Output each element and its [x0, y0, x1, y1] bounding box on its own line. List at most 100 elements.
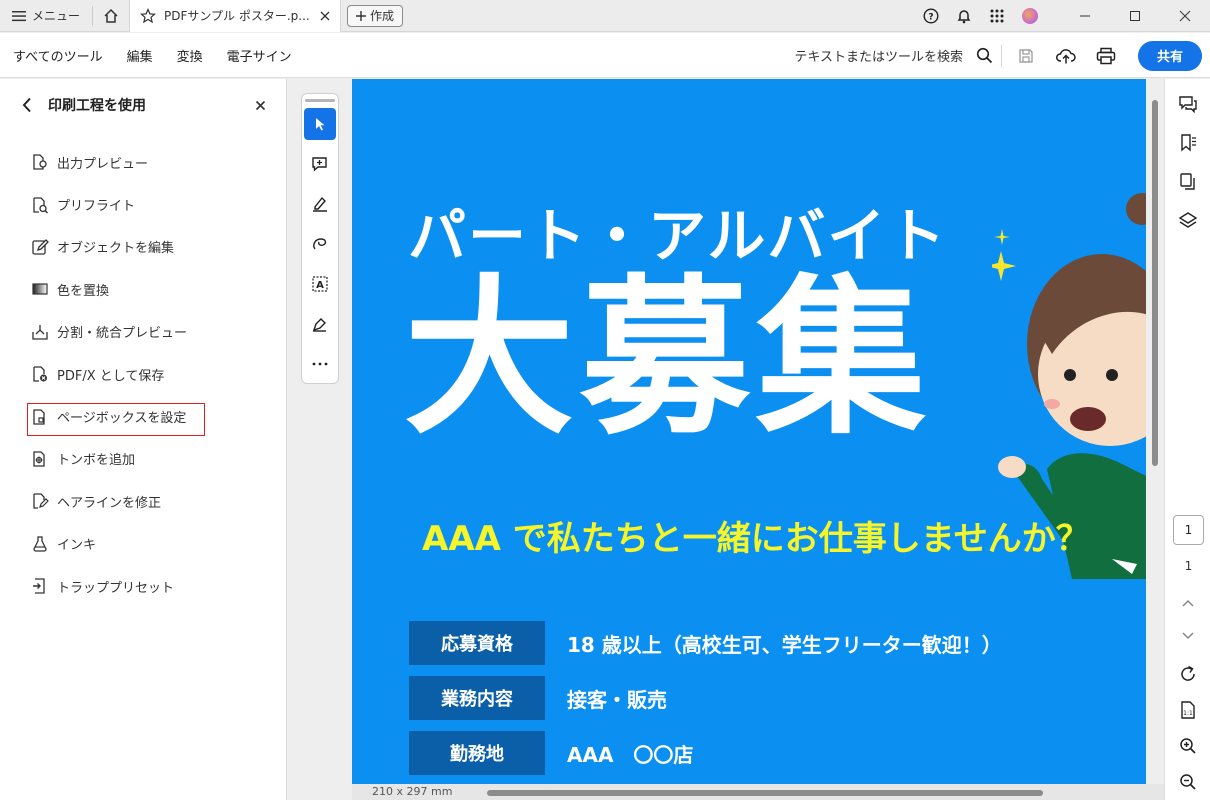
printer-icon: [1096, 47, 1116, 64]
apps-grid-icon: [990, 9, 1003, 23]
add-comment-tool[interactable]: [304, 148, 336, 180]
close-icon[interactable]: [255, 100, 266, 111]
poster-subheading: AAA で私たちと一緒にお仕事しませんか？: [422, 519, 1090, 559]
tool-output-preview[interactable]: 出力プレビュー: [0, 141, 286, 183]
menu-label: メニュー: [32, 9, 81, 23]
previous-page-button[interactable]: [1177, 592, 1199, 614]
tool-label: PDF/X として保存: [57, 368, 165, 384]
fit-page-button[interactable]: 1:1: [1177, 699, 1199, 721]
convert-menu[interactable]: 変換: [165, 33, 215, 78]
bookmarks-button[interactable]: [1177, 132, 1199, 154]
right-rail: 1 1 1:1: [1164, 79, 1210, 800]
tool-flattener-preview[interactable]: 分割・統合プレビュー: [0, 311, 286, 353]
info-row-requirements: 応募資格 18 歳以上（高校生可、学生フリーター歓迎！）: [409, 621, 1002, 665]
tool-preflight[interactable]: プリフライト: [0, 183, 286, 225]
close-window-button[interactable]: [1160, 0, 1210, 32]
apps-button[interactable]: [980, 0, 1013, 32]
info-value: 18 歳以上（高校生可、学生フリーター歓迎！）: [567, 632, 1002, 657]
maximize-button[interactable]: [1110, 0, 1160, 32]
pages-button[interactable]: [1177, 171, 1199, 193]
palette-grip[interactable]: [305, 99, 335, 102]
replace-color-icon: [32, 283, 48, 295]
document-page[interactable]: パート・アルバイト 大募集 AAA で私たちと一緒にお仕事しませんか？ 応募資格…: [352, 79, 1146, 784]
save-pdfx-icon: [33, 366, 47, 382]
home-button[interactable]: [93, 0, 129, 32]
tool-trap-presets[interactable]: トラッププリセット: [0, 565, 286, 607]
tool-label: トンボを追加: [57, 453, 136, 469]
pen-nib-icon: [312, 318, 326, 332]
maximize-icon: [1130, 11, 1140, 21]
tool-save-pdfx[interactable]: PDF/X として保存: [0, 353, 286, 395]
help-button[interactable]: ?: [914, 0, 947, 32]
print-button[interactable]: [1086, 33, 1126, 78]
back-arrow-icon[interactable]: [22, 97, 32, 113]
tool-ink[interactable]: インキ: [0, 523, 286, 565]
panel-title: 印刷工程を使用: [48, 98, 146, 114]
esign-menu[interactable]: 電子サイン: [215, 33, 304, 78]
title-bar: メニュー PDFサンプル ポスター.p... 作成 ?: [0, 0, 1210, 32]
sign-tool[interactable]: [304, 308, 336, 340]
tool-add-printer-marks[interactable]: トンボを追加: [0, 438, 286, 480]
rotate-button[interactable]: [1177, 663, 1199, 685]
edit-menu[interactable]: 編集: [115, 33, 165, 78]
share-button[interactable]: 共有: [1138, 40, 1202, 71]
fix-hairlines-icon: [33, 493, 49, 509]
document-tab[interactable]: PDFサンプル ポスター.p...: [129, 0, 342, 32]
text-select-tool[interactable]: A: [304, 268, 336, 300]
search-label[interactable]: テキストまたはツールを検索: [794, 46, 963, 65]
notifications-button[interactable]: [947, 0, 980, 32]
highlighter-icon: [313, 196, 327, 212]
star-icon[interactable]: [140, 7, 157, 24]
zoom-out-button[interactable]: [1177, 771, 1199, 793]
comments-button[interactable]: [1177, 93, 1199, 115]
layers-button[interactable]: [1177, 210, 1199, 232]
minimize-button[interactable]: [1060, 0, 1110, 32]
draw-tool[interactable]: [304, 228, 336, 260]
close-icon[interactable]: [320, 11, 330, 21]
horizontal-scroll-thumb[interactable]: [487, 790, 1043, 796]
tool-set-page-boxes[interactable]: ページボックスを設定: [0, 395, 286, 437]
print-production-panel: 印刷工程を使用 出力プレビュー プリフライト オブジェクトを編集 色を置換 分割…: [0, 79, 287, 800]
zoom-in-button[interactable]: [1177, 735, 1199, 757]
svg-text:?: ?: [928, 13, 933, 23]
account-button[interactable]: [1013, 0, 1046, 32]
create-label: 作成: [370, 9, 395, 23]
cursor-arrow-icon: [316, 118, 325, 131]
output-preview-icon: [33, 154, 47, 170]
tool-replace-color[interactable]: 色を置換: [0, 268, 286, 310]
edit-object-icon: [32, 239, 49, 255]
menu-button[interactable]: メニュー: [0, 0, 92, 32]
rotate-icon: [1181, 665, 1195, 681]
select-tool[interactable]: [304, 108, 336, 140]
avatar: [1021, 8, 1038, 24]
chevron-down-icon: [1182, 632, 1194, 640]
more-tools[interactable]: [304, 348, 336, 380]
tool-fix-hairlines[interactable]: ヘアラインを修正: [0, 480, 286, 522]
search-button[interactable]: [971, 33, 997, 78]
vertical-scroll-thumb[interactable]: [1152, 100, 1158, 466]
main-toolbar: すべてのツール 編集 変換 電子サイン テキストまたはツールを検索 共有: [0, 33, 1210, 78]
zoom-in-icon: [1180, 738, 1196, 754]
create-button[interactable]: 作成: [347, 4, 404, 27]
comment-plus-icon: [312, 157, 327, 172]
current-page-input[interactable]: 1: [1173, 515, 1204, 545]
tool-label: インキ: [57, 538, 97, 554]
save-button[interactable]: [1006, 33, 1046, 78]
info-row-location: 勤務地 AAA 〇〇店: [409, 731, 693, 775]
minimize-icon: [1080, 15, 1090, 17]
home-icon: [104, 8, 118, 23]
tool-edit-object[interactable]: オブジェクトを編集: [0, 226, 286, 268]
bell-icon: [957, 10, 970, 24]
total-pages: 1: [1184, 559, 1193, 573]
all-tools-menu[interactable]: すべてのツール: [0, 33, 115, 78]
close-icon: [1179, 10, 1191, 22]
copy-pages-icon: [1180, 173, 1195, 190]
next-page-button[interactable]: [1177, 625, 1199, 647]
tool-label: プリフライト: [57, 199, 136, 215]
status-bar: 210 x 297 mm: [352, 784, 1164, 800]
highlight-tool[interactable]: [304, 188, 336, 220]
poster-heading-large: 大募集: [404, 260, 933, 458]
add-printer-marks-icon: [33, 451, 45, 467]
upload-button[interactable]: [1046, 33, 1086, 78]
layers-icon: [1178, 212, 1198, 228]
